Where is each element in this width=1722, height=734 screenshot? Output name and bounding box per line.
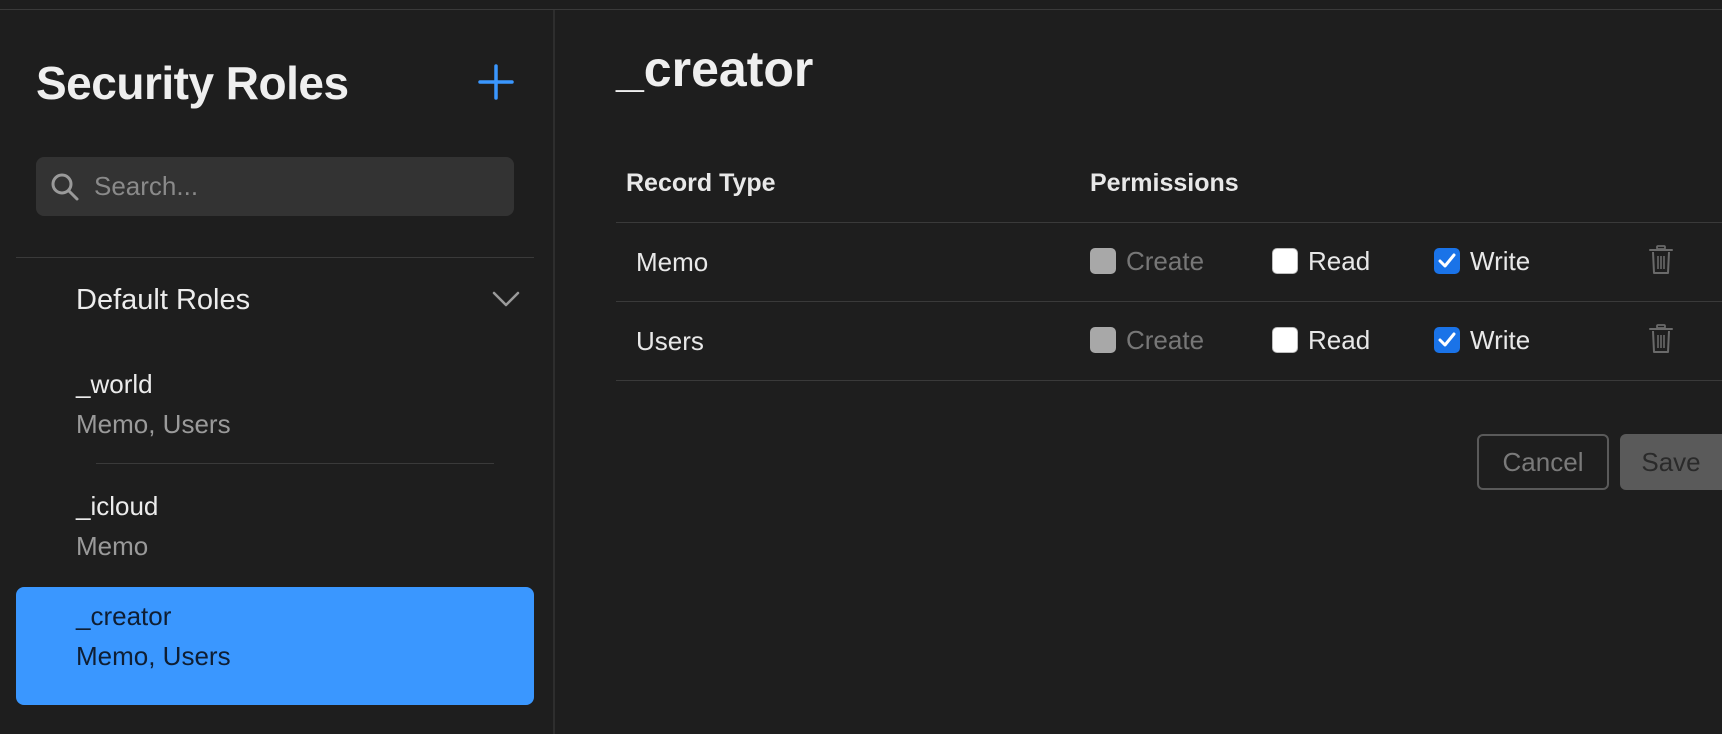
column-header-permissions: Permissions <box>1090 169 1239 197</box>
group-label: Default Roles <box>76 284 251 316</box>
role-name: _world <box>76 369 153 399</box>
create-label: Create <box>1126 324 1205 355</box>
role-item-creator[interactable]: _creator Memo, Users <box>16 587 534 705</box>
role-item-icloud[interactable]: _icloud Memo <box>16 477 534 595</box>
checkmark-icon <box>1438 253 1456 268</box>
record-type-cell: Users <box>636 326 704 356</box>
checkmark-icon <box>1438 332 1456 347</box>
checkbox-box <box>1090 248 1116 274</box>
write-label: Write <box>1470 245 1531 276</box>
search-input[interactable] <box>94 157 504 216</box>
write-label: Write <box>1470 324 1531 355</box>
role-item-world[interactable]: _world Memo, Users <box>16 355 534 473</box>
default-roles-group-header[interactable]: Default Roles <box>76 284 520 324</box>
checkbox-box <box>1272 248 1298 274</box>
checkbox-box <box>1090 327 1116 353</box>
create-label: Create <box>1126 245 1205 276</box>
create-permission-checkbox[interactable]: Create <box>1090 325 1204 355</box>
sidebar-divider <box>16 257 534 258</box>
checkbox-box <box>1434 248 1460 274</box>
role-record-types: Memo, Users <box>76 641 231 671</box>
record-type-cell: Memo <box>636 247 709 277</box>
create-permission-checkbox[interactable]: Create <box>1090 246 1204 276</box>
page-title: _creator <box>616 41 814 97</box>
search-icon <box>51 173 79 201</box>
plus-icon <box>478 64 514 100</box>
role-name: _creator <box>76 601 172 631</box>
trash-icon[interactable] <box>1648 324 1674 354</box>
role-record-types: Memo, Users <box>76 409 231 439</box>
sidebar-title: Security Roles <box>36 57 349 109</box>
read-label: Read <box>1308 324 1371 355</box>
sidebar: Security Roles Default Roles _world Memo… <box>0 10 555 734</box>
write-permission-checkbox[interactable]: Write <box>1434 246 1530 276</box>
role-separator <box>96 463 494 464</box>
save-button[interactable]: Save <box>1620 434 1722 490</box>
table-row: Memo Create Read Write <box>616 223 1722 302</box>
read-permission-checkbox[interactable]: Read <box>1272 246 1370 276</box>
chevron-down-icon <box>492 291 520 307</box>
window-top-edge <box>0 0 1722 10</box>
write-permission-checkbox[interactable]: Write <box>1434 325 1530 355</box>
column-header-record-type: Record Type <box>626 169 776 197</box>
read-permission-checkbox[interactable]: Read <box>1272 325 1370 355</box>
role-name: _icloud <box>76 491 159 521</box>
role-record-types: Memo <box>76 531 149 561</box>
trash-icon[interactable] <box>1648 245 1674 275</box>
checkbox-box <box>1434 327 1460 353</box>
add-role-button[interactable] <box>476 62 516 102</box>
read-label: Read <box>1308 245 1371 276</box>
checkbox-box <box>1272 327 1298 353</box>
table-row: Users Create Read Write <box>616 302 1722 381</box>
search-box <box>36 157 514 216</box>
cancel-button[interactable]: Cancel <box>1477 434 1609 490</box>
table-header: Record Type Permissions <box>616 155 1722 223</box>
